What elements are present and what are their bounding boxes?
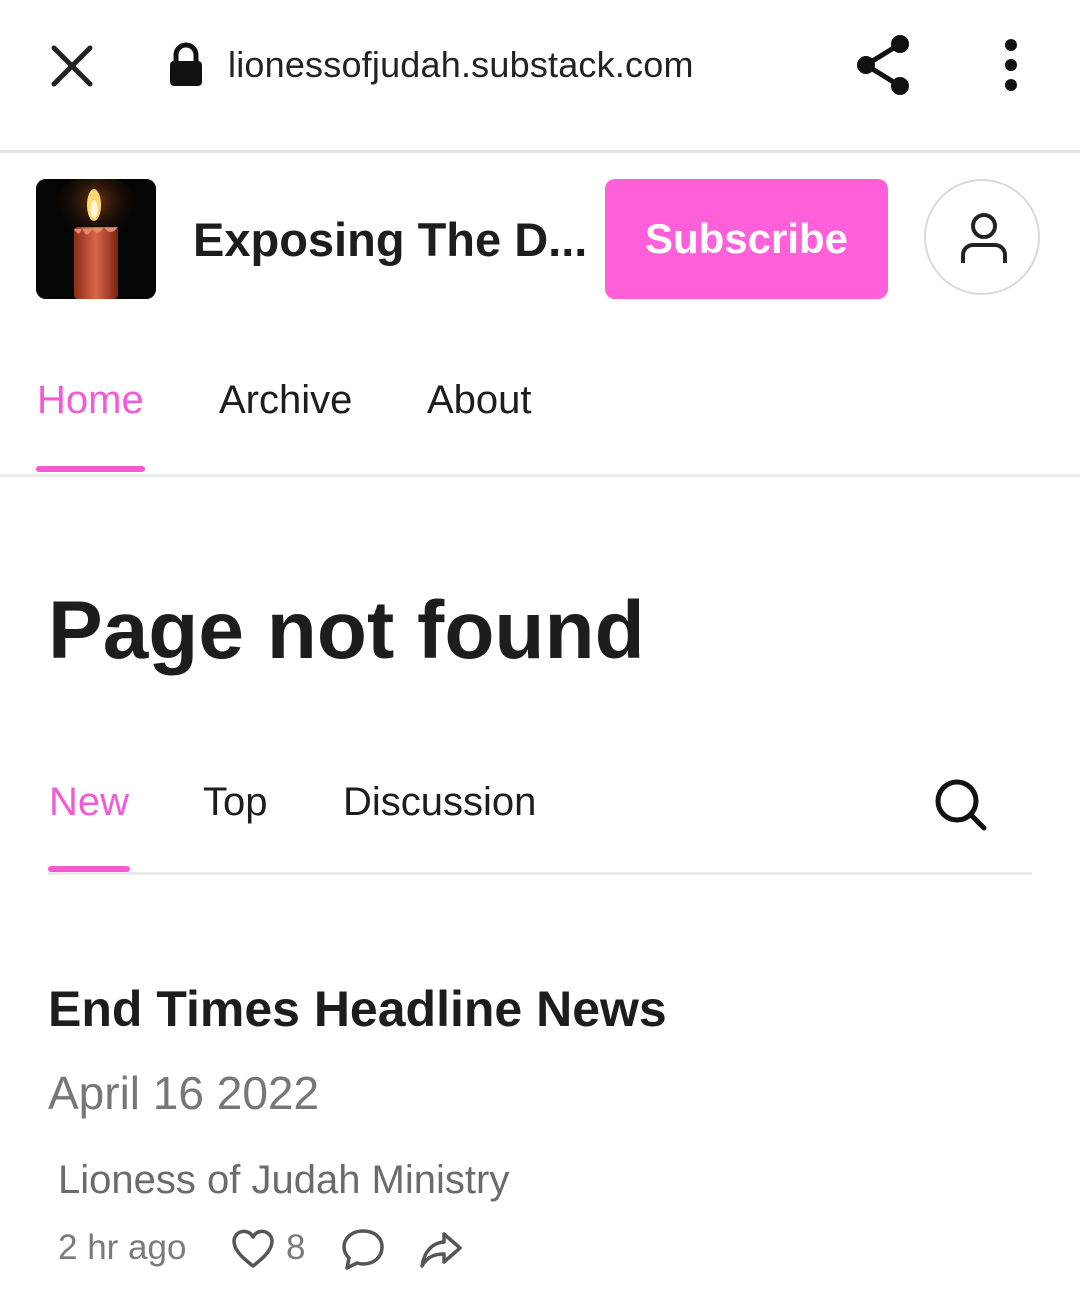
- publication-nav: Home Archive About: [0, 340, 1080, 477]
- comment-icon[interactable]: [340, 1226, 386, 1272]
- lock-icon: [168, 42, 204, 88]
- share-arrow-icon[interactable]: [418, 1226, 464, 1272]
- tab-discussion[interactable]: Discussion: [343, 780, 536, 825]
- tab-archive[interactable]: Archive: [219, 378, 352, 423]
- user-icon: [961, 213, 1007, 263]
- post-subtitle[interactable]: April 16 2022: [48, 1066, 319, 1120]
- active-feed-tab-indicator: [48, 866, 130, 872]
- tab-home[interactable]: Home: [37, 378, 144, 423]
- page-title: Page not found: [48, 585, 645, 676]
- post-title[interactable]: End Times Headline News: [48, 980, 667, 1038]
- browser-toolbar: lionessofjudah.substack.com: [0, 0, 1080, 153]
- candle-logo[interactable]: [36, 179, 156, 299]
- tab-top[interactable]: Top: [203, 780, 268, 825]
- post-time: 2 hr ago: [58, 1228, 187, 1267]
- url-bar[interactable]: lionessofjudah.substack.com: [228, 44, 694, 86]
- tab-about[interactable]: About: [427, 378, 532, 423]
- subscribe-button[interactable]: Subscribe: [605, 179, 888, 299]
- like-count: 8: [286, 1228, 306, 1267]
- more-vertical-icon[interactable]: [990, 38, 1032, 94]
- publication-name[interactable]: Exposing The D...: [193, 212, 587, 267]
- feed-tabs: New Top Discussion: [48, 760, 1032, 875]
- share-icon[interactable]: [852, 32, 914, 98]
- search-icon[interactable]: [930, 774, 990, 834]
- tab-new[interactable]: New: [49, 780, 129, 825]
- profile-button[interactable]: [924, 179, 1040, 295]
- active-tab-indicator: [36, 466, 145, 472]
- close-icon[interactable]: [44, 38, 100, 94]
- post-author[interactable]: Lioness of Judah Ministry: [58, 1158, 509, 1203]
- heart-icon[interactable]: [230, 1226, 276, 1272]
